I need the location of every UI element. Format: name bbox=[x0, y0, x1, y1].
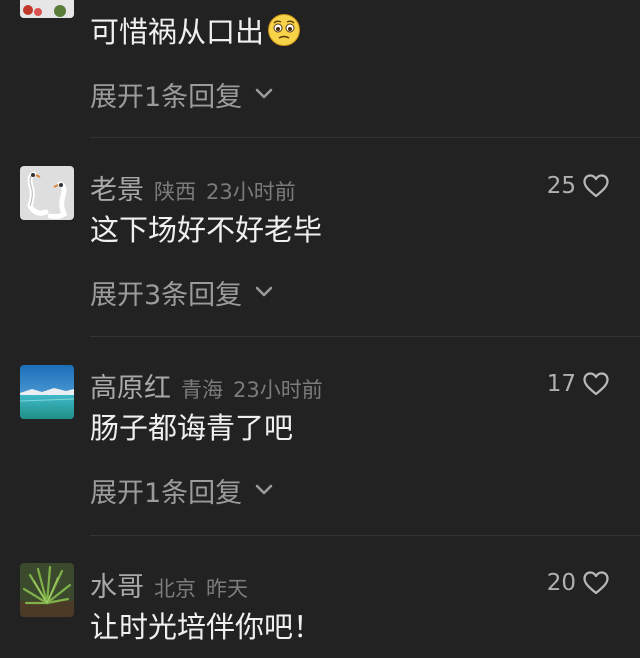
like-count: 25 bbox=[546, 173, 576, 199]
chevron-down-icon bbox=[255, 286, 273, 297]
timestamp: 23小时前 bbox=[233, 378, 323, 402]
expand-replies-label: 展开3条回复 bbox=[90, 279, 243, 311]
timestamp: 23小时前 bbox=[206, 180, 296, 204]
username[interactable]: 高原红 bbox=[90, 366, 171, 405]
location: 陕西 bbox=[154, 180, 196, 204]
like-button[interactable]: 17 bbox=[547, 370, 610, 398]
expand-replies-button[interactable]: 展开1条回复 bbox=[90, 76, 274, 113]
avatar[interactable] bbox=[20, 0, 74, 18]
comment-text: 这下场好不好老毕 bbox=[90, 213, 323, 247]
comment-meta: 水哥 北京 昨天 bbox=[90, 565, 248, 604]
heart-outline-icon bbox=[583, 571, 609, 595]
comment-text: 肠子都诲青了吧 bbox=[90, 411, 294, 445]
username[interactable]: 水哥 bbox=[90, 565, 144, 604]
comment-text-content: 可惜祸从口出 bbox=[90, 15, 265, 49]
divider bbox=[90, 535, 640, 536]
divider bbox=[90, 336, 640, 337]
heart-outline-icon bbox=[583, 372, 609, 396]
comment-text: 让时光培伴你吧！ bbox=[90, 610, 323, 644]
expand-replies-label: 展开1条回复 bbox=[90, 477, 243, 509]
expand-replies-label: 展开1条回复 bbox=[90, 81, 243, 113]
like-count: 20 bbox=[546, 570, 576, 596]
location: 青海 bbox=[181, 378, 223, 402]
username[interactable]: 老景 bbox=[90, 168, 144, 207]
divider bbox=[90, 137, 640, 138]
plant-avatar-image bbox=[20, 563, 74, 617]
like-count: 17 bbox=[546, 371, 576, 397]
expand-replies-button[interactable]: 展开1条回复 bbox=[90, 472, 274, 509]
avatar[interactable] bbox=[20, 563, 74, 617]
expand-replies-button[interactable]: 展开3条回复 bbox=[90, 274, 274, 311]
swans-avatar-image bbox=[20, 166, 74, 220]
location: 北京 bbox=[154, 577, 196, 601]
timestamp: 昨天 bbox=[206, 577, 248, 601]
avatar-image bbox=[20, 0, 74, 18]
heart-outline-icon bbox=[583, 174, 609, 198]
chevron-down-icon bbox=[255, 484, 273, 495]
avatar[interactable] bbox=[20, 166, 74, 220]
chevron-down-icon bbox=[255, 88, 273, 99]
like-button[interactable]: 25 bbox=[547, 172, 610, 200]
avatar[interactable] bbox=[20, 365, 74, 419]
comment-meta: 老景 陕西 23小时前 bbox=[90, 168, 296, 207]
woozy-face-emoji-icon bbox=[268, 14, 301, 46]
like-button[interactable]: 20 bbox=[547, 569, 610, 597]
lake-avatar-image bbox=[20, 365, 74, 419]
comment-meta: 高原红 青海 23小时前 bbox=[90, 366, 323, 405]
comment-text: 可惜祸从口出 bbox=[90, 10, 301, 50]
